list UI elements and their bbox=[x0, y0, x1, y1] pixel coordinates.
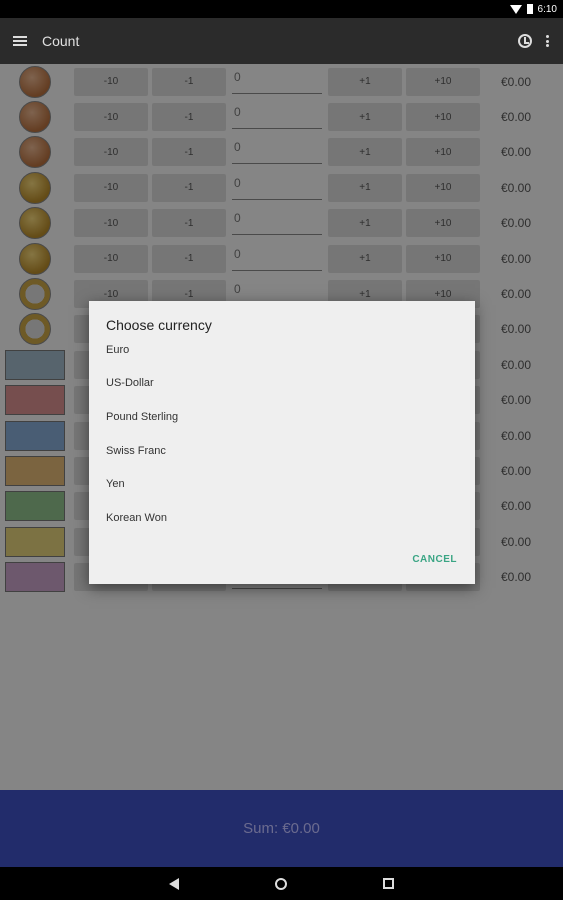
sum-bar: Sum: €0.00 bbox=[0, 790, 563, 867]
currency-option-swiss-franc[interactable]: Swiss Franc bbox=[106, 445, 166, 457]
history-icon[interactable] bbox=[518, 34, 532, 48]
app-toolbar: Count bbox=[0, 18, 563, 64]
currency-dialog: Choose currency Euro US-Dollar Pound Ste… bbox=[89, 301, 475, 584]
status-time: 6:10 bbox=[537, 3, 557, 15]
currency-option-pound-sterling[interactable]: Pound Sterling bbox=[106, 411, 178, 423]
wifi-icon bbox=[509, 4, 522, 14]
home-icon[interactable] bbox=[275, 877, 287, 890]
back-icon[interactable] bbox=[169, 877, 179, 890]
dialog-title: Choose currency bbox=[106, 317, 212, 333]
battery-icon bbox=[526, 4, 533, 14]
menu-icon[interactable] bbox=[13, 36, 27, 46]
status-bar: 6:10 bbox=[0, 0, 563, 18]
currency-option-yen[interactable]: Yen bbox=[106, 478, 125, 490]
overflow-menu-icon[interactable] bbox=[546, 35, 549, 47]
recent-apps-icon[interactable] bbox=[383, 878, 394, 889]
page-title: Count bbox=[42, 33, 80, 49]
navigation-bar bbox=[0, 867, 563, 900]
currency-option-us-dollar[interactable]: US-Dollar bbox=[106, 377, 154, 389]
currency-option-euro[interactable]: Euro bbox=[106, 344, 129, 356]
currency-option-korean-won[interactable]: Korean Won bbox=[106, 512, 167, 524]
cancel-button[interactable]: CANCEL bbox=[412, 554, 457, 565]
